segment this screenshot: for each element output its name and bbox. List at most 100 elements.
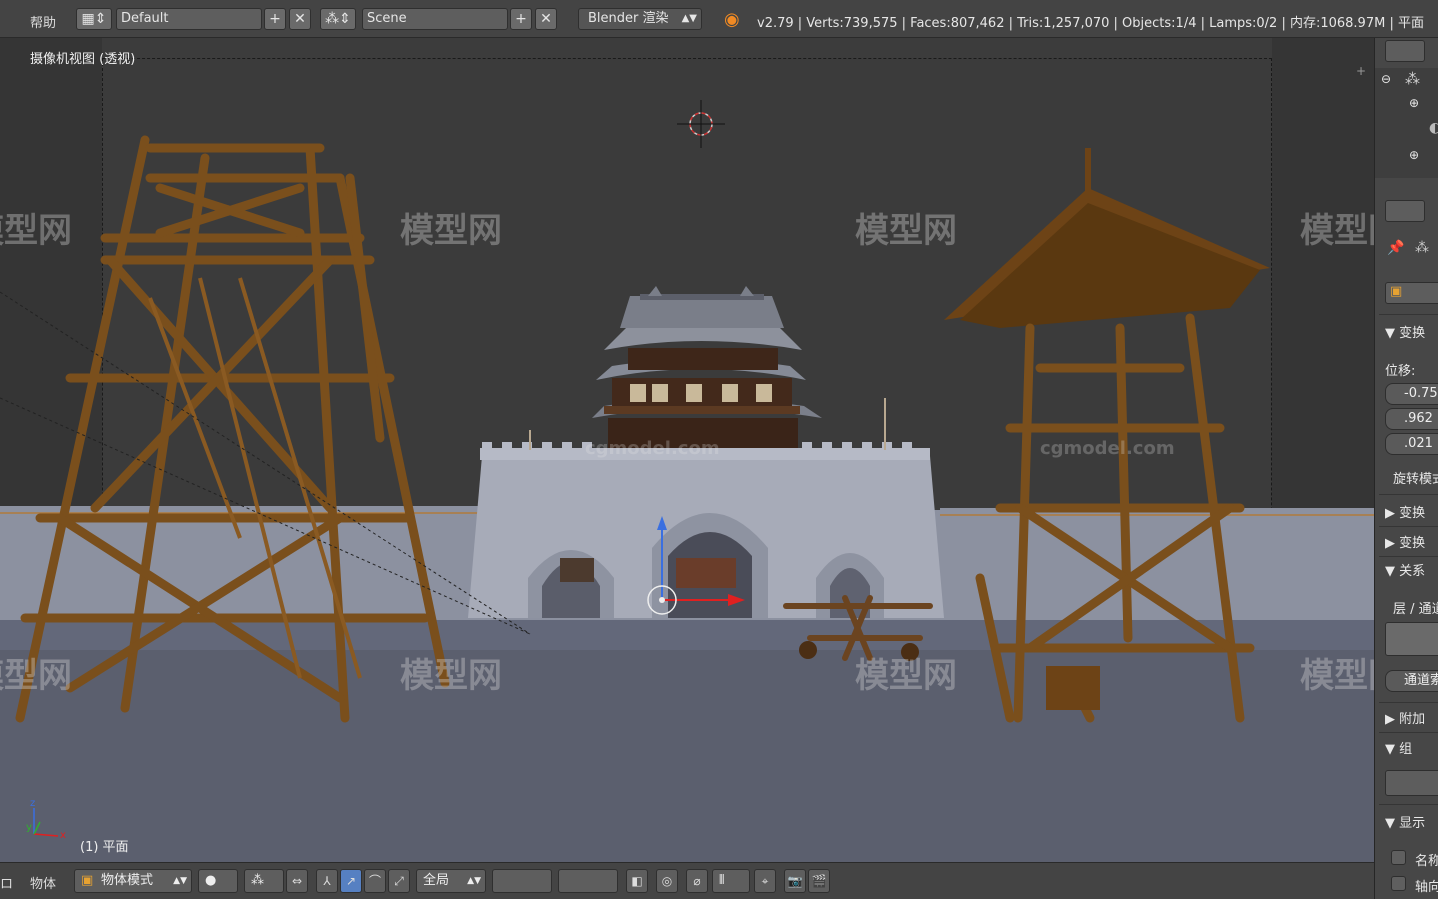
object-mode-icon: ▣ xyxy=(81,873,94,888)
layer-grid[interactable] xyxy=(1385,622,1438,656)
proportional-edit-icon[interactable]: ◎ xyxy=(656,869,678,893)
screen-layout-icon[interactable]: ▦⇕ xyxy=(76,8,112,30)
snap-increment-icon: ⫴ xyxy=(719,873,725,888)
location-z-field[interactable]: .021 xyxy=(1385,433,1438,455)
svg-text:x: x xyxy=(60,830,66,841)
watermark: 模型网 xyxy=(1300,211,1374,251)
show-axis-checkbox[interactable] xyxy=(1391,876,1406,891)
transform-locks-panel-header[interactable]: ▶ 变换 xyxy=(1385,532,1425,551)
chevron-updown-icon: ▲▼ xyxy=(681,13,697,24)
watermark: 模型网 xyxy=(400,656,502,696)
orientation-label: 全局 xyxy=(423,873,450,888)
snap-element-select[interactable]: ⫴ xyxy=(712,869,750,893)
move-manipulator-icon[interactable]: ↗ xyxy=(340,869,362,893)
toolshelf-toggle-icon[interactable]: + xyxy=(1356,64,1366,78)
world-icon: ◐ xyxy=(1429,120,1438,136)
relations-panel-header[interactable]: ▼ 关系 xyxy=(1385,560,1425,579)
3d-view-header: ロ 物体 ▣ 物体模式 ▲▼ ● ⁂ ⇔ ⅄ ↗ ⌒ ⤢ 全局 ▲▼ ◧ ◎ ⌀… xyxy=(0,862,1374,899)
divider xyxy=(1379,732,1438,733)
location-y-field[interactable]: .962 xyxy=(1385,408,1438,430)
viewport-shading-select[interactable]: ● xyxy=(198,869,238,893)
watermark: 模型网 xyxy=(855,656,957,696)
location-label: 位移: xyxy=(1385,364,1416,379)
scene-context-icon: ⁂ xyxy=(1415,240,1429,256)
manipulator-toggle-icon[interactable]: ⇔ xyxy=(286,869,308,893)
watermark-url: cgmodel.com xyxy=(1040,438,1175,459)
3d-cursor[interactable] xyxy=(677,100,725,148)
watermark: 模型网 xyxy=(0,656,72,696)
divider xyxy=(1379,804,1438,805)
show-axis-label: 轴向 xyxy=(1415,880,1438,895)
add-to-group-button[interactable] xyxy=(1385,770,1438,796)
scene-stats: v2.79 | Verts:739,575 | Faces:807,462 | … xyxy=(757,16,1424,31)
translate-manipulator-icon[interactable]: ⅄ xyxy=(316,869,338,893)
divider xyxy=(1379,494,1438,495)
pivot-icon: ⁂ xyxy=(251,873,264,888)
display-panel-header[interactable]: ▼ 显示 xyxy=(1385,812,1425,831)
blender-window: 帮助 ▦⇕ Default + ✕ ⁂⇕ Scene + ✕ Blender 渲… xyxy=(0,0,1438,899)
rotation-mode-label: 旋转模式 xyxy=(1393,472,1438,487)
help-menu[interactable]: 帮助 xyxy=(30,12,56,31)
groups-panel-header[interactable]: ▼ 组 xyxy=(1385,738,1412,757)
chevron-updown-icon: ▲▼ xyxy=(173,876,187,886)
outliner-editor-type-icon[interactable] xyxy=(1385,40,1425,62)
expand-icon[interactable]: ⊕ xyxy=(1409,148,1419,162)
remove-layout-button[interactable]: ✕ xyxy=(289,8,311,30)
outliner-tree[interactable]: ⊖ ⁂ ⊕ ◐ ⊕ xyxy=(1375,68,1438,178)
render-animation-icon[interactable]: 🎬 xyxy=(808,869,830,893)
interaction-mode-select[interactable]: ▣ 物体模式 ▲▼ xyxy=(74,869,192,893)
object-context-icon[interactable]: ▣ xyxy=(1385,282,1438,304)
scale-manipulator-icon[interactable]: ⤢ xyxy=(388,869,410,893)
watermark: 模型网 xyxy=(0,211,72,251)
show-name-checkbox[interactable] xyxy=(1391,850,1406,865)
watermark: 模型网 xyxy=(1300,656,1374,696)
info-header: 帮助 ▦⇕ Default + ✕ ⁂⇕ Scene + ✕ Blender 渲… xyxy=(0,0,1438,38)
watermark-url: cgmodel.com xyxy=(585,438,720,459)
active-object-label: (1) 平面 xyxy=(80,840,129,855)
expand-icon[interactable]: ⊕ xyxy=(1409,96,1419,110)
add-scene-button[interactable]: + xyxy=(510,8,532,30)
properties-editor-type-icon[interactable] xyxy=(1385,200,1425,222)
divider xyxy=(1379,556,1438,557)
properties-panel: ⊖ ⁂ ⊕ ◐ ⊕ 📌 ⁂ ▣ ▼ 变换 位移: -0.75 .962 .021… xyxy=(1374,38,1438,899)
pass-index-field[interactable]: 通道索 xyxy=(1385,670,1438,692)
chevron-updown-icon: ▲▼ xyxy=(467,876,481,886)
viewport-title: 摄像机视图 (透视) xyxy=(30,52,136,67)
scene-layers-grid[interactable] xyxy=(492,869,552,893)
scene-tree-icon: ⁂ xyxy=(1405,70,1420,88)
pin-icon[interactable]: 📌 xyxy=(1387,240,1404,256)
render-engine-label: Blender 渲染 xyxy=(588,11,669,26)
snap-toggle-icon[interactable]: ⌀ xyxy=(686,869,708,893)
3d-viewport[interactable]: z x y 模型网 模型网 模型网 模型网 模型网 模型网 模型网 模型网 cg… xyxy=(0,38,1374,862)
render-opengl-icon[interactable]: 📷 xyxy=(784,869,806,893)
render-engine-select[interactable]: Blender 渲染 ▲▼ xyxy=(578,8,702,30)
transform-panel-header[interactable]: ▼ 变换 xyxy=(1385,322,1425,341)
pivot-point-select[interactable]: ⁂ xyxy=(244,869,284,893)
svg-text:y: y xyxy=(26,822,32,833)
view-menu[interactable]: ロ xyxy=(0,873,13,892)
add-layout-button[interactable]: + xyxy=(264,8,286,30)
collapse-icon[interactable]: ⊖ xyxy=(1381,72,1391,86)
location-x-field[interactable]: -0.75 xyxy=(1385,383,1438,405)
delta-transform-panel-header[interactable]: ▶ 变换 xyxy=(1385,502,1425,521)
object-menu[interactable]: 物体 xyxy=(30,873,56,892)
scene-field[interactable]: Scene xyxy=(362,8,508,30)
divider xyxy=(1379,526,1438,527)
screen-layout-field[interactable]: Default xyxy=(116,8,262,30)
ground-plane xyxy=(0,620,1374,862)
remove-scene-button[interactable]: ✕ xyxy=(535,8,557,30)
scene-layers-grid-2[interactable] xyxy=(558,869,618,893)
gate-pavilion xyxy=(592,286,822,448)
scene-icon[interactable]: ⁂⇕ xyxy=(320,8,356,30)
show-name-label: 名称 xyxy=(1415,854,1438,869)
rotate-manipulator-icon[interactable]: ⌒ xyxy=(364,869,386,893)
parent-panel-header[interactable]: ▶ 附加 xyxy=(1385,708,1425,727)
transform-orientation-select[interactable]: 全局 ▲▼ xyxy=(416,869,486,893)
watermark: 模型网 xyxy=(400,211,502,251)
snap-target-icon[interactable]: ⌖ xyxy=(754,869,776,893)
divider xyxy=(1379,702,1438,703)
svg-text:z: z xyxy=(30,798,35,809)
layers-label: 层 / 通道 xyxy=(1393,602,1438,617)
lock-layers-icon[interactable]: ◧ xyxy=(626,869,648,893)
solid-shading-icon: ● xyxy=(205,873,217,888)
